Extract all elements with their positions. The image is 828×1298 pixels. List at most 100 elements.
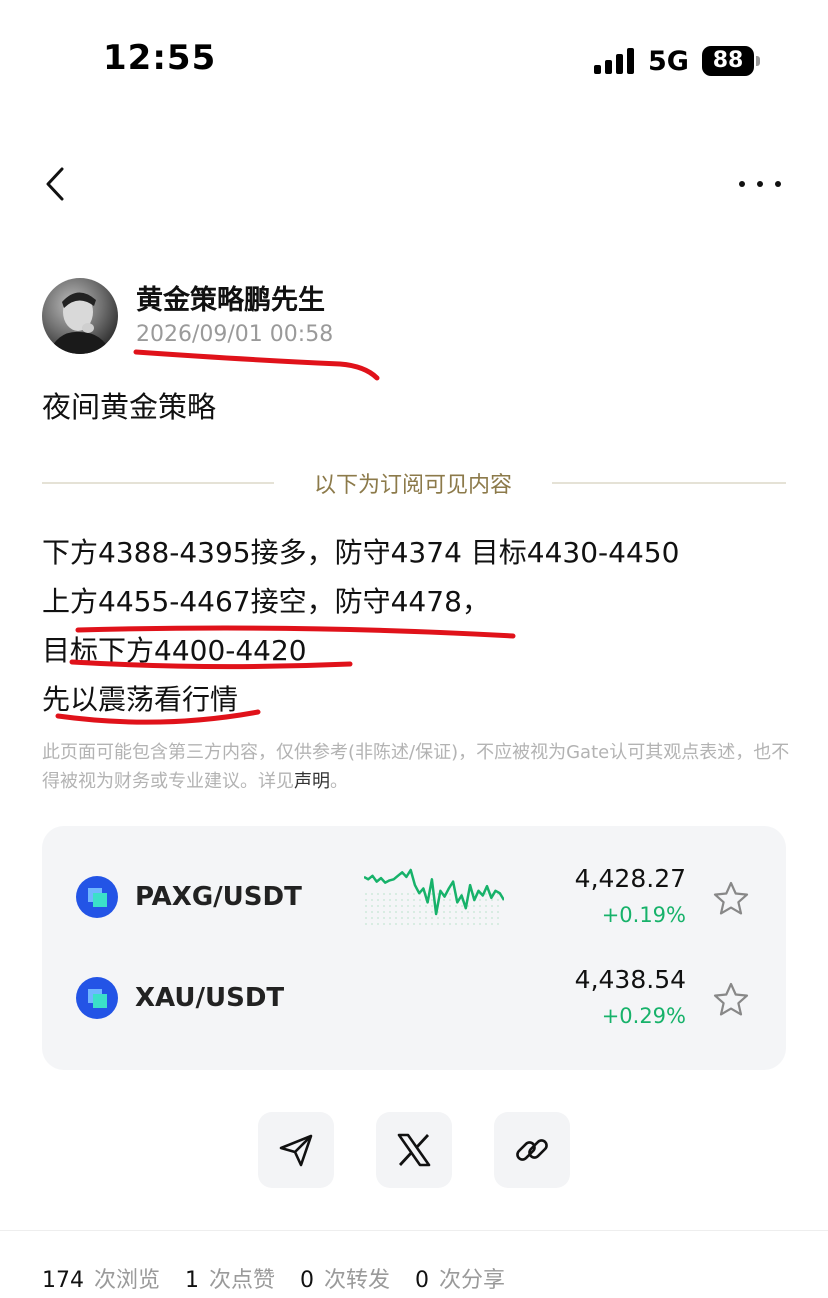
ticker-pair[interactable]: XAU/USDT xyxy=(135,983,284,1013)
sparkline-dot xyxy=(407,893,409,895)
star-icon[interactable] xyxy=(712,880,750,918)
sparkline-dot xyxy=(377,905,379,907)
body-line: 上方4455-4467接空，防守4478， xyxy=(42,585,490,618)
sparkline-dot xyxy=(383,917,385,919)
star-icon[interactable] xyxy=(712,981,750,1019)
sparkline-dot xyxy=(383,899,385,901)
sparkline-dot xyxy=(455,923,457,925)
body-line: 下方4388-4395接多，防守4374 目标4430-4450 xyxy=(42,536,680,569)
sparkline-dot xyxy=(497,905,499,907)
coin-logo-icon xyxy=(76,876,118,918)
sparkline-dot xyxy=(479,899,481,901)
sparkline-dot xyxy=(377,899,379,901)
sparkline-dot xyxy=(419,905,421,907)
avatar[interactable] xyxy=(42,278,118,354)
sparkline-dot xyxy=(491,923,493,925)
sparkline-dot xyxy=(461,917,463,919)
sparkline-dot xyxy=(449,911,451,913)
subscriber-divider-label: 以下为订阅可见内容 xyxy=(313,473,512,498)
sparkline-dot xyxy=(473,905,475,907)
sparkline-dot xyxy=(485,923,487,925)
sparkline-dot xyxy=(389,899,391,901)
sparkline-dot xyxy=(431,917,433,919)
post-title: 夜间黄金策略 xyxy=(42,390,217,424)
reposts-count: 0 xyxy=(300,1268,315,1293)
sparkline-dot xyxy=(449,905,451,907)
sparkline-dot xyxy=(407,917,409,919)
sparkline-dot xyxy=(425,917,427,919)
sparkline-dot xyxy=(455,911,457,913)
sparkline-dot xyxy=(389,911,391,913)
sparkline-dot xyxy=(449,893,451,895)
sparkline-dot xyxy=(413,893,415,895)
sparkline-dot xyxy=(461,905,463,907)
sparkline-dot xyxy=(371,899,373,901)
sparkline-dot xyxy=(395,899,397,901)
sparkline-dot xyxy=(485,893,487,895)
sparkline-dot xyxy=(407,905,409,907)
battery-tip xyxy=(756,56,760,66)
share-x-button[interactable] xyxy=(376,1112,452,1188)
more-dots-icon[interactable] xyxy=(736,164,786,204)
sparkline-dot xyxy=(485,899,487,901)
sparkline-dot xyxy=(365,911,367,913)
sparkline-dot xyxy=(389,923,391,925)
likes-label: 次点赞 xyxy=(209,1268,276,1293)
sparkline-dot xyxy=(377,911,379,913)
ticker-change: +0.29% xyxy=(601,1004,686,1028)
sparkline-dot xyxy=(371,893,373,895)
sparkline-dot xyxy=(413,899,415,901)
back-chevron-icon[interactable] xyxy=(40,164,80,204)
sparkline-dot xyxy=(443,905,445,907)
author-name[interactable]: 黄金策略鹏先生 xyxy=(136,278,325,317)
body-line: 目标下方4400-4420 xyxy=(42,634,307,667)
sparkline-dot xyxy=(479,917,481,919)
ticker-price: 4,438.54 xyxy=(574,965,686,994)
sparkline-dot xyxy=(383,911,385,913)
sparkline-dot xyxy=(395,917,397,919)
views-count: 174 xyxy=(42,1268,84,1293)
sparkline-dot xyxy=(467,917,469,919)
sparkline-dot xyxy=(383,893,385,895)
divider-right xyxy=(552,482,786,484)
shares-label: 次分享 xyxy=(439,1268,506,1293)
engagement-stats: 174 次浏览 1 次点赞 0 次转发 0 次分享 xyxy=(42,1262,523,1294)
sparkline-area xyxy=(365,893,499,925)
sparkline-dot xyxy=(419,923,421,925)
sparkline-dot xyxy=(497,917,499,919)
sparkline-dot xyxy=(497,899,499,901)
post-body: 下方4388-4395接多，防守4374 目标4430-4450 上方4455-… xyxy=(42,528,679,724)
sparkline-dot xyxy=(407,923,409,925)
statement-link[interactable]: 声明 xyxy=(294,771,330,792)
divider-left xyxy=(42,482,274,484)
sparkline-dot xyxy=(467,923,469,925)
disclaimer-text: 此页面可能包含第三方内容，仅供参考(非陈述/保证)，不应被视为Gate认可其观点… xyxy=(42,742,790,792)
sparkline-dot xyxy=(401,905,403,907)
link-icon xyxy=(516,1139,548,1161)
sparkline-dot xyxy=(389,917,391,919)
copy-link-button[interactable] xyxy=(494,1112,570,1188)
shares-count: 0 xyxy=(415,1268,430,1293)
sparkline-dot xyxy=(431,905,433,907)
sparkline-dot xyxy=(431,899,433,901)
sparkline-dot xyxy=(389,893,391,895)
sparkline-dot xyxy=(449,899,451,901)
sparkline-dot xyxy=(407,899,409,901)
sparkline-dot xyxy=(419,911,421,913)
sparkline-dot xyxy=(383,905,385,907)
share-send-button[interactable] xyxy=(258,1112,334,1188)
ticker-card xyxy=(42,826,786,1070)
sparkline-dot xyxy=(365,899,367,901)
send-icon xyxy=(279,1134,313,1167)
sparkline-dot xyxy=(395,911,397,913)
sparkline-dot xyxy=(473,923,475,925)
ticker-price: 4,428.27 xyxy=(574,864,686,893)
sparkline-dot xyxy=(467,911,469,913)
sparkline-dot xyxy=(473,917,475,919)
ticker-pair[interactable]: PAXG/USDT xyxy=(135,882,302,912)
sparkline-dot xyxy=(491,905,493,907)
sparkline-dot xyxy=(371,911,373,913)
sparkline-dot xyxy=(497,923,499,925)
sparkline-dot xyxy=(413,911,415,913)
sparkline-dot xyxy=(473,911,475,913)
